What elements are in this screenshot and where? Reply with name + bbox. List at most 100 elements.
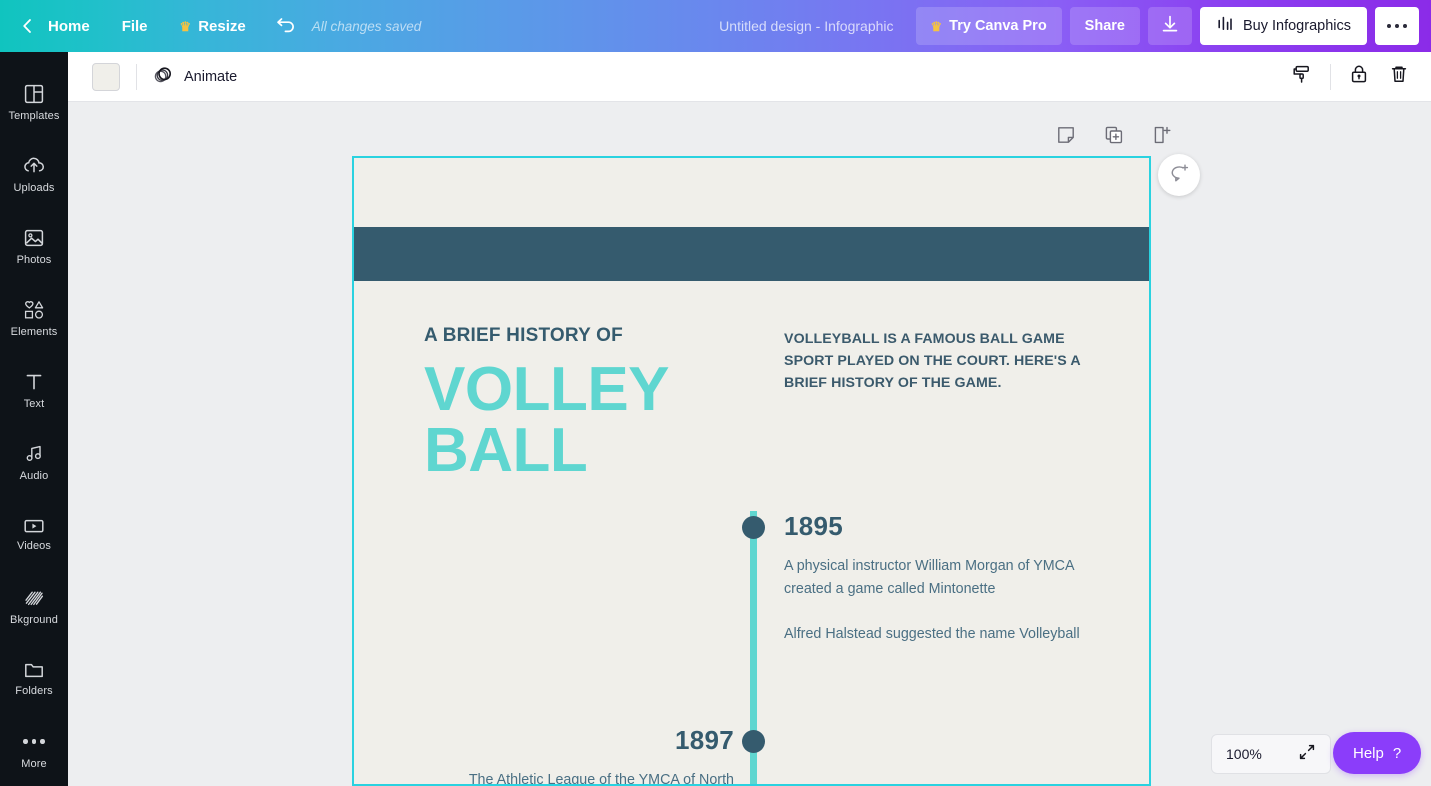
add-page-button[interactable] [1149, 124, 1175, 150]
sidebar-item-label: Elements [10, 325, 58, 338]
timeline-event[interactable]: 1895 A physical instructor William Morga… [784, 513, 1114, 646]
document-title[interactable]: Untitled design - Infographic [719, 18, 893, 34]
paint-roller-icon [1291, 63, 1313, 90]
templates-icon [23, 83, 45, 105]
intro-paragraph[interactable]: VOLLEYBALL IS A FAMOUS BALL GAME SPORT P… [784, 328, 1104, 394]
header-band [354, 227, 1149, 281]
sidebar-item-label: Uploads [13, 181, 55, 194]
folder-icon [23, 660, 45, 680]
back-button[interactable] [12, 0, 42, 52]
delete-button[interactable] [1381, 59, 1417, 95]
notes-icon [1056, 125, 1076, 150]
help-label: Help [1353, 744, 1384, 762]
title-line-2: BALL [424, 416, 588, 486]
timeline-paragraph: Alfred Halstead suggested the name Volle… [784, 626, 1080, 643]
title-main: VOLLEY BALL [424, 358, 754, 486]
animate-label: Animate [184, 68, 238, 85]
sidebar-item-uploads[interactable]: Uploads [0, 138, 68, 210]
object-toolbar-right [1284, 59, 1417, 95]
sidebar-item-label: Text [23, 397, 45, 410]
timeline-description: The Athletic League of the YMCA of North… [414, 769, 734, 786]
add-comment-icon [1168, 162, 1190, 189]
chevron-left-icon [21, 18, 34, 34]
buy-infographics-label: Buy Infographics [1242, 18, 1351, 34]
shapes-icon [22, 299, 46, 321]
title-kicker: A BRIEF HISTORY OF [424, 325, 623, 346]
share-label: Share [1084, 18, 1125, 34]
timeline-year: 1897 [674, 725, 734, 755]
home-button[interactable]: Home [42, 0, 106, 52]
sidebar-item-photos[interactable]: Photos [0, 210, 68, 282]
top-bar-left-group: Home File ♛ Resize All changes saved [0, 0, 421, 52]
add-comment-button[interactable] [1158, 154, 1200, 196]
sidebar-item-templates[interactable]: Templates [0, 66, 68, 138]
design-page[interactable]: A BRIEF HISTORY OF VOLLEY BALL VOLLEYBAL… [352, 156, 1151, 786]
sidebar-item-videos[interactable]: Videos [0, 498, 68, 570]
top-bar-right-group: Untitled design - Infographic ♛ Try Canv… [719, 7, 1431, 45]
undo-button[interactable] [276, 15, 298, 38]
more-options-button[interactable] [1375, 7, 1419, 45]
page-tools [1053, 124, 1175, 150]
download-button[interactable] [1147, 7, 1192, 45]
try-canva-pro-button[interactable]: ♛ Try Canva Pro [915, 7, 1062, 45]
canvas-workspace: A BRIEF HISTORY OF VOLLEY BALL VOLLEYBAL… [68, 102, 1431, 786]
duplicate-page-button[interactable] [1101, 124, 1127, 150]
sidebar-item-more[interactable]: More [0, 714, 68, 786]
sidebar-item-label: More [21, 757, 47, 770]
lock-button[interactable] [1341, 59, 1377, 95]
sidebar-item-label: Photos [16, 253, 52, 266]
download-icon [1160, 14, 1180, 38]
video-icon [22, 517, 46, 535]
timeline-event[interactable]: 1897 The Athletic League of the YMCA of … [414, 725, 734, 786]
image-icon [23, 227, 45, 249]
duplicate-page-icon [1104, 125, 1124, 150]
sidebar-item-elements[interactable]: Elements [0, 282, 68, 354]
sidebar-item-label: Videos [16, 539, 52, 552]
music-note-icon [23, 443, 45, 465]
crown-icon: ♛ [179, 18, 192, 34]
sidebar-item-label: Bkground [10, 613, 58, 626]
timeline-year: 1895 [784, 511, 844, 541]
sidebar-item-text[interactable]: Text [0, 354, 68, 426]
paint-roller-button[interactable] [1284, 59, 1320, 95]
ellipsis-icon [23, 731, 45, 753]
ellipsis-icon [1386, 23, 1408, 29]
object-toolbar: Animate [68, 52, 1431, 102]
timeline-paragraph: A physical instructor William Morgan of … [784, 558, 1074, 598]
notes-button[interactable] [1053, 124, 1079, 150]
crown-icon: ♛ [930, 18, 943, 34]
sidebar-item-audio[interactable]: Audio [0, 426, 68, 498]
animate-button[interactable]: Animate [153, 65, 237, 89]
zoom-level-label: 100% [1226, 746, 1262, 762]
help-button[interactable]: Help ? [1333, 732, 1422, 774]
sidebar-item-label: Folders [15, 684, 53, 697]
animate-circles-icon [153, 65, 175, 89]
expand-arrows-icon[interactable] [1298, 743, 1316, 766]
cloud-upload-icon [22, 155, 46, 177]
buy-infographics-button[interactable]: Buy Infographics [1199, 7, 1367, 45]
color-swatch-button[interactable] [92, 62, 120, 91]
toolbar-divider [1330, 63, 1331, 90]
resize-button[interactable]: ♛ Resize [164, 0, 262, 52]
home-label: Home [48, 17, 90, 35]
trash-icon [1388, 63, 1410, 90]
title-block[interactable]: A BRIEF HISTORY OF VOLLEY BALL [424, 325, 754, 486]
file-menu-button[interactable]: File [106, 0, 164, 52]
infographic-canvas[interactable]: A BRIEF HISTORY OF VOLLEY BALL VOLLEYBAL… [352, 156, 1151, 786]
file-label: File [121, 17, 148, 35]
background-hatch-icon [22, 587, 46, 609]
infographic-content: A BRIEF HISTORY OF VOLLEY BALL VOLLEYBAL… [354, 281, 1149, 784]
share-button[interactable]: Share [1069, 7, 1140, 45]
sidebar-item-folders[interactable]: Folders [0, 642, 68, 714]
sidebar-item-label: Audio [19, 469, 49, 482]
save-status: All changes saved [311, 18, 422, 34]
resize-label: Resize [198, 17, 246, 35]
sidebar-item-bkground[interactable]: Bkground [0, 570, 68, 642]
try-canva-pro-label: Try Canva Pro [949, 18, 1047, 34]
top-bar: Home File ♛ Resize All changes saved Unt… [0, 0, 1431, 52]
lock-icon [1348, 63, 1370, 90]
text-t-icon [23, 371, 45, 393]
zoom-control[interactable]: 100% [1211, 734, 1331, 774]
toolbar-divider [136, 63, 137, 90]
timeline-paragraph: The Athletic League of the YMCA of North… [468, 772, 734, 786]
